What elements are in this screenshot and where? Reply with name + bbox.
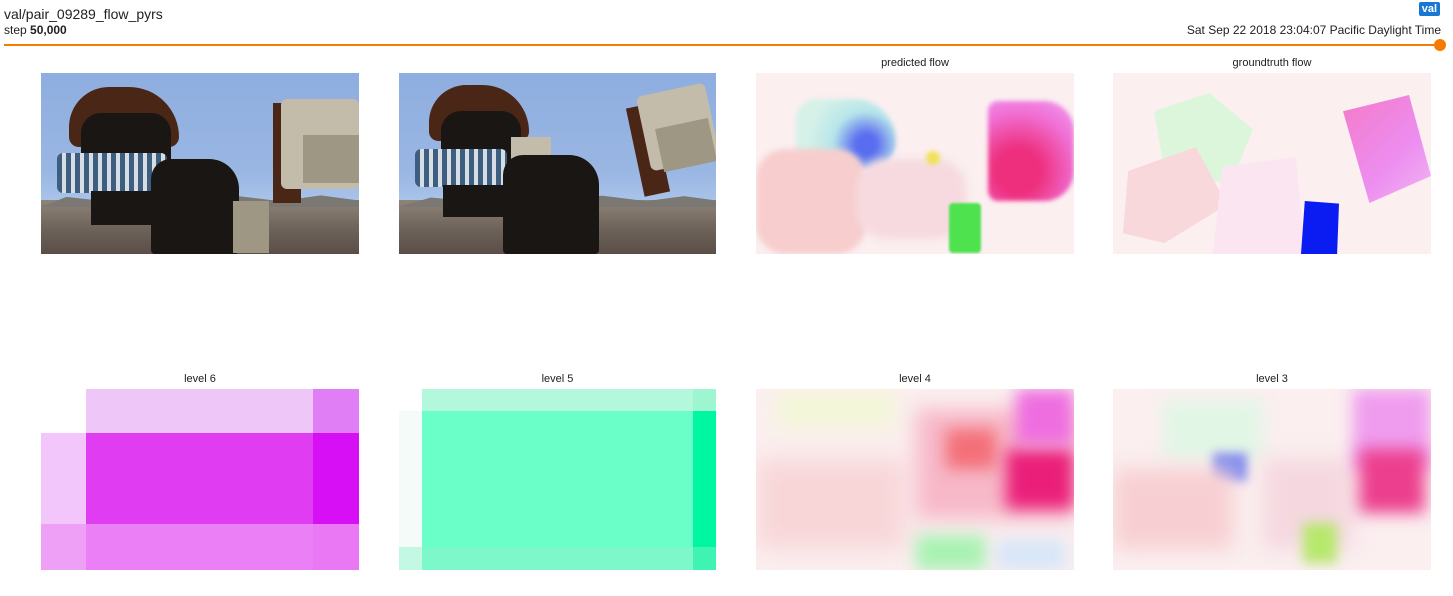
groundtruth-flow-image[interactable]: [1113, 73, 1431, 254]
panel-caption: level 6: [184, 373, 216, 385]
panel-level-5: level 5: [399, 372, 716, 570]
wall-time: Sat Sep 22 2018 23:04:07 Pacific Dayligh…: [1186, 23, 1441, 37]
step-slider-track[interactable]: [4, 44, 1441, 46]
level-3-image[interactable]: [1113, 389, 1431, 570]
panel-caption: level 5: [541, 373, 574, 385]
panel-caption: level 3: [1256, 373, 1288, 385]
step-readout: step 50,000: [4, 23, 67, 37]
panel-level-3: level 3: [1113, 372, 1431, 570]
panel-caption: groundtruth flow: [1232, 57, 1312, 69]
panel-frame-a: [41, 56, 359, 254]
panel-level-6: level 6: [41, 372, 359, 570]
step-slider-thumb[interactable]: [1434, 39, 1446, 51]
level-5-image[interactable]: [399, 389, 716, 570]
frame-a-image[interactable]: [41, 73, 359, 254]
step-value: 50,000: [30, 23, 67, 37]
panel-level-4: level 4: [756, 372, 1074, 570]
panel-frame-b: [399, 56, 716, 254]
panel-caption: level 4: [899, 373, 931, 385]
panel-groundtruth-flow: groundtruth flow: [1113, 56, 1431, 254]
panel-caption: predicted flow: [881, 57, 949, 69]
step-label: step: [4, 23, 27, 37]
panel-predicted-flow: predicted flow: [756, 56, 1074, 254]
frame-b-image[interactable]: [399, 73, 716, 254]
level-4-image[interactable]: [756, 389, 1074, 570]
run-badge: val: [1418, 2, 1440, 16]
tag-title: val/pair_09289_flow_pyrs: [4, 6, 163, 22]
predicted-flow-image[interactable]: [756, 73, 1074, 254]
level-6-image[interactable]: [41, 389, 359, 570]
